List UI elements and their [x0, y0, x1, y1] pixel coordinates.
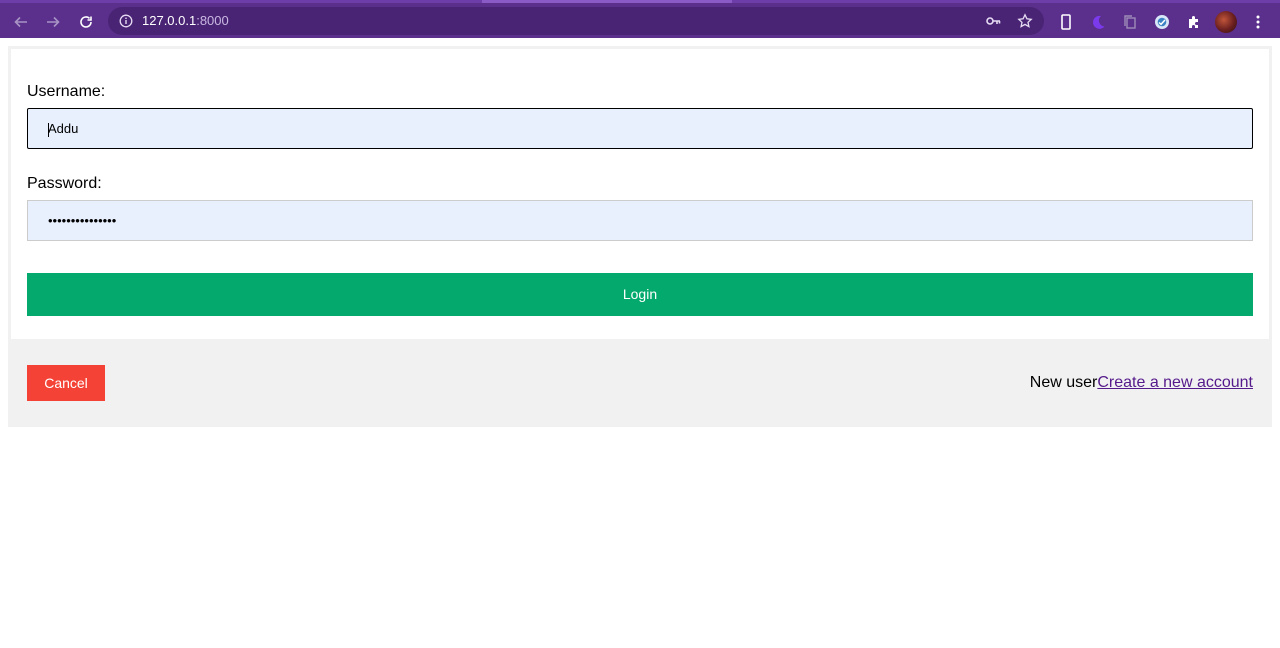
extensions-button[interactable] — [1185, 13, 1203, 31]
info-icon[interactable] — [119, 14, 133, 28]
address-url[interactable]: 127.0.0.1:8000 — [142, 13, 229, 28]
login-button[interactable]: Login — [27, 273, 1253, 316]
phone-icon — [1061, 14, 1071, 30]
browser-menu-button[interactable] — [1249, 13, 1267, 31]
forward-arrow-icon — [47, 16, 60, 28]
url-host: 127.0.0.1 — [142, 13, 197, 28]
url-port: :8000 — [196, 13, 229, 28]
address-bar[interactable]: 127.0.0.1:8000 — [108, 7, 1044, 35]
new-user-text: New user — [1029, 374, 1098, 391]
kebab-menu-icon — [1256, 15, 1260, 29]
reload-icon — [80, 16, 92, 28]
circle-extension-button[interactable] — [1153, 13, 1171, 31]
phone-extension-button[interactable] — [1057, 13, 1075, 31]
login-form: Username: Addu Password: •••••••••••••••… — [8, 46, 1272, 342]
reload-button[interactable] — [73, 9, 99, 35]
username-value: Addu — [48, 121, 79, 136]
key-icon[interactable] — [985, 13, 1001, 29]
username-label: Username: — [27, 83, 106, 100]
active-tab-indicator — [482, 0, 732, 3]
password-input[interactable]: ••••••••••••••• — [27, 200, 1253, 241]
create-account-link[interactable]: Create a new account — [1097, 374, 1253, 391]
dark-mode-extension-button[interactable] — [1089, 13, 1107, 31]
back-arrow-icon — [14, 16, 27, 28]
form-footer: Cancel New userCreate a new account — [8, 342, 1272, 427]
password-label: Password: — [27, 175, 102, 192]
page-content: Username: Addu Password: •••••••••••••••… — [0, 38, 1280, 648]
password-value: ••••••••••••••• — [48, 213, 117, 228]
username-input[interactable]: Addu — [27, 108, 1253, 149]
back-button[interactable] — [8, 9, 34, 35]
moon-icon — [1093, 15, 1105, 29]
new-user-prompt: New userCreate a new account — [1030, 374, 1253, 392]
forward-button[interactable] — [40, 9, 66, 35]
puzzle-icon — [1189, 16, 1198, 28]
extension-circle-icon — [1155, 15, 1169, 29]
copy-extension-button[interactable] — [1121, 13, 1139, 31]
browser-toolbar: 127.0.0.1:8000 — [0, 0, 1280, 38]
cancel-button[interactable]: Cancel — [27, 365, 105, 401]
star-icon[interactable] — [1017, 13, 1033, 29]
copy-icon — [1124, 15, 1136, 29]
avatar[interactable] — [1215, 11, 1237, 33]
